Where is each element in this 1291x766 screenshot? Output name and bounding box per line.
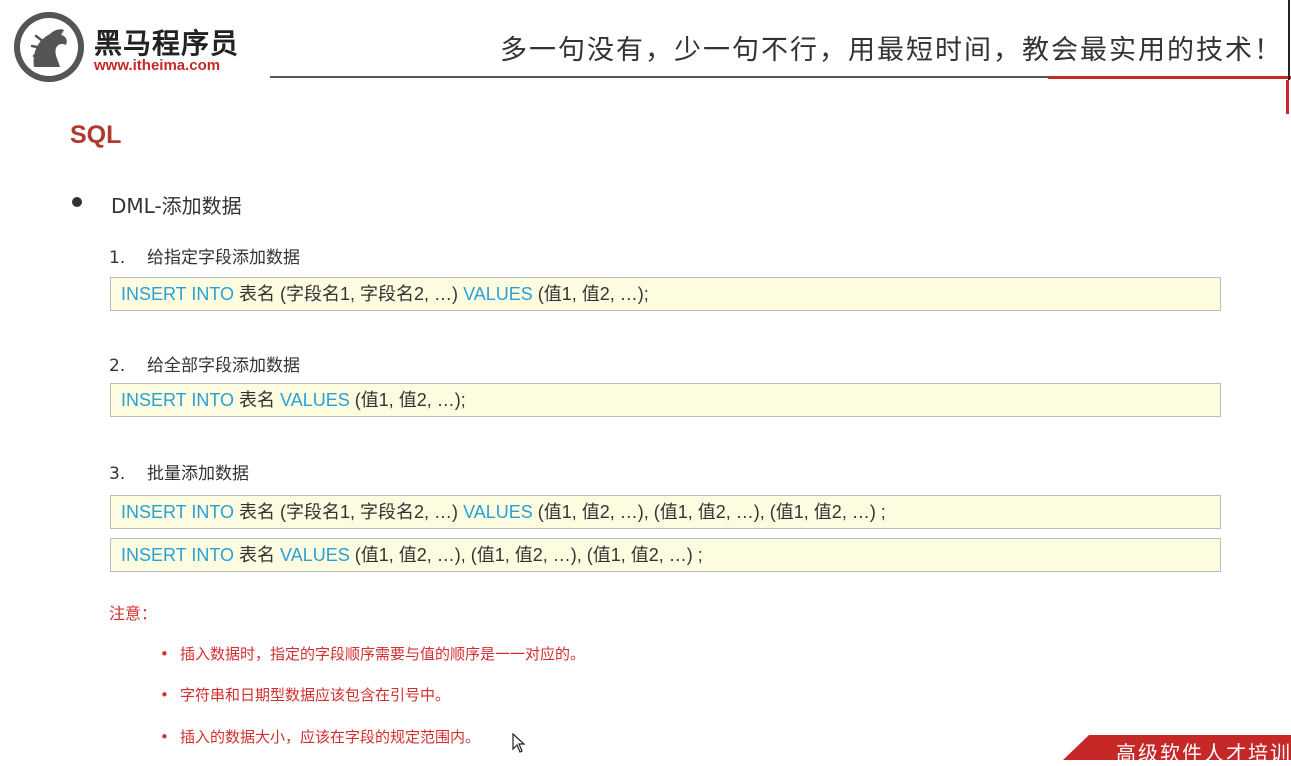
note-text: 字符串和日期型数据应该包含在引号中。 xyxy=(180,686,451,704)
mouse-cursor-icon xyxy=(512,733,526,753)
sql-keyword: INSERT INTO xyxy=(121,284,235,304)
page-title: SQL xyxy=(70,121,122,149)
horse-logo-icon xyxy=(14,12,84,82)
sql-text: 表名 (字段名1, 字段名2, …) xyxy=(234,284,464,304)
sql-keyword: VALUES xyxy=(280,545,350,565)
code-block-3a: INSERT INTO 表名 (字段名1, 字段名2, …) VALUES (值… xyxy=(110,495,1221,529)
sql-keyword: VALUES xyxy=(463,502,533,522)
note-bullet-icon: • xyxy=(160,728,169,746)
step-text: 批量添加数据 xyxy=(147,464,249,484)
note-item: • 字符串和日期型数据应该包含在引号中。 xyxy=(160,684,450,705)
sql-text: (值1, 值2, …); xyxy=(349,390,466,410)
step-3-label: 3. 批量添加数据 xyxy=(109,459,249,484)
note-title: 注意： xyxy=(109,604,158,623)
step-number: 3. xyxy=(109,464,126,484)
header: 黑马程序员 www.itheima.com 多一句没有，少一句不行，用最短时间，… xyxy=(0,0,1291,114)
sql-text: 表名 (字段名1, 字段名2, …) xyxy=(234,502,464,522)
step-text: 给全部字段添加数据 xyxy=(147,356,300,376)
note-item: • 插入的数据大小，应该在字段的规定范围内。 xyxy=(160,726,480,747)
brand-name: 黑马程序员 xyxy=(94,27,240,60)
brand-url[interactable]: www.itheima.com xyxy=(94,57,220,74)
section-title: DML-添加数据 xyxy=(111,194,242,218)
step-2-label: 2. 给全部字段添加数据 xyxy=(109,351,300,376)
sql-keyword: VALUES xyxy=(463,284,533,304)
note-item: • 插入数据时，指定的字段顺序需要与值的顺序是一一对应的。 xyxy=(160,643,585,664)
sql-text: 表名 xyxy=(234,545,281,565)
code-block-2: INSERT INTO 表名 VALUES (值1, 值2, …); xyxy=(110,383,1221,417)
header-accent-bar xyxy=(1286,80,1289,114)
bullet-dot-icon xyxy=(72,197,82,207)
sql-text: (值1, 值2, …), (值1, 值2, …), (值1, 值2, …) ; xyxy=(349,545,703,565)
sql-text: (值1, 值2, …); xyxy=(532,284,649,304)
note-text: 插入的数据大小，应该在字段的规定范围内。 xyxy=(180,728,481,746)
note-bullet-icon: • xyxy=(160,686,169,704)
step-1-label: 1. 给指定字段添加数据 xyxy=(109,243,300,268)
note-text: 插入数据时，指定的字段顺序需要与值的顺序是一一对应的。 xyxy=(180,645,586,663)
sql-keyword: VALUES xyxy=(280,390,350,410)
step-number: 1. xyxy=(109,248,126,268)
sql-keyword: INSERT INTO xyxy=(121,390,235,410)
step-text: 给指定字段添加数据 xyxy=(147,248,300,268)
sql-keyword: INSERT INTO xyxy=(121,502,235,522)
corner-banner-text: 高级软件人才培训 xyxy=(1116,741,1291,765)
slogan: 多一句没有，少一句不行，用最短时间，教会最实用的技术！ xyxy=(500,35,1283,66)
sql-text: 表名 xyxy=(234,390,281,410)
window-edge xyxy=(1288,0,1290,80)
code-block-1: INSERT INTO 表名 (字段名1, 字段名2, …) VALUES (值… xyxy=(110,277,1221,311)
header-divider-accent xyxy=(1048,76,1291,79)
step-number: 2. xyxy=(109,356,126,376)
sql-keyword: INSERT INTO xyxy=(121,545,235,565)
note-bullet-icon: • xyxy=(160,645,169,663)
code-block-3b: INSERT INTO 表名 VALUES (值1, 值2, …), (值1, … xyxy=(110,538,1221,572)
sql-text: (值1, 值2, …), (值1, 值2, …), (值1, 值2, …) ; xyxy=(532,502,886,522)
